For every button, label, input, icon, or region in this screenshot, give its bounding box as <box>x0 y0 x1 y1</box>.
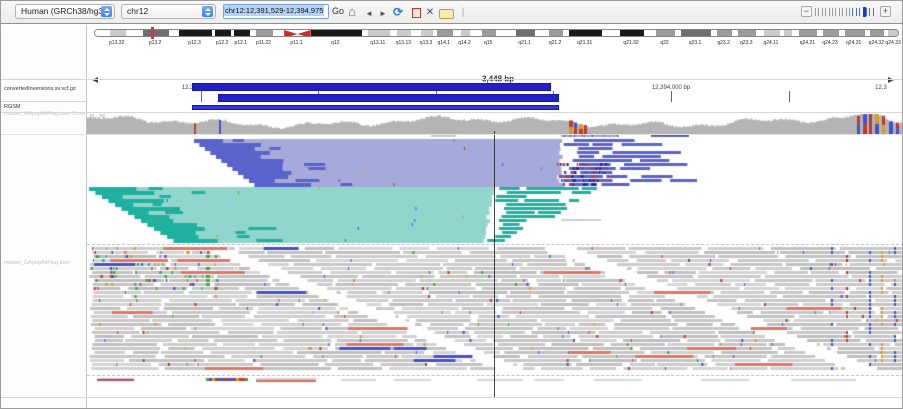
zoom-tick[interactable] <box>832 8 833 16</box>
zoom-tick[interactable] <box>838 8 840 16</box>
zoom-tick[interactable] <box>869 8 871 16</box>
zoom-out-button[interactable]: − <box>801 6 812 17</box>
variant-bar[interactable] <box>218 94 559 102</box>
chromosome-select-value: chr12 <box>127 6 149 16</box>
igv-window: Human (GRCh38/hg38) chr12 chr12:12,391,5… <box>0 0 903 409</box>
zoom-slider[interactable]: − + <box>801 5 893 19</box>
toolbar: Human (GRCh38/hg38) chr12 chr12:12,391,5… <box>1 1 902 24</box>
select-stepper-icon[interactable] <box>101 6 112 17</box>
toolbar-divider: | <box>461 7 465 18</box>
track-border <box>1 134 902 135</box>
variant-bar[interactable] <box>192 83 551 91</box>
zoom-tick[interactable] <box>852 8 854 16</box>
zoom-tick[interactable] <box>825 8 827 16</box>
genotype-bar[interactable] <box>192 105 559 110</box>
close-icon[interactable]: ✕ <box>423 6 437 20</box>
center-line <box>494 131 495 397</box>
data-panel: p13.32 p13.2 p12.3 p12.2 p12.1 p11.22 p11.1 q12… <box>87 25 902 408</box>
track-border <box>1 101 86 102</box>
track-border <box>1 79 902 80</box>
comment-icon[interactable] <box>439 8 454 22</box>
zoom-tick[interactable] <box>842 8 844 16</box>
home-icon[interactable]: ⌂ <box>345 5 359 19</box>
back-icon[interactable]: ◄ <box>362 7 376 21</box>
genome-select[interactable]: Human (GRCh38/hg38) <box>15 4 115 19</box>
zoom-tick[interactable] <box>821 8 823 16</box>
zoom-tick[interactable] <box>849 8 850 16</box>
refresh-icon[interactable]: ⟳ <box>391 5 405 19</box>
locus-input[interactable]: chr12:12,391,529-12,394,975 <box>223 4 329 19</box>
region-tool-icon[interactable] <box>409 7 423 21</box>
zoom-tick[interactable] <box>855 8 857 16</box>
zoom-in-button[interactable]: + <box>880 6 891 17</box>
track-name-label[interactable]: convertedInversions.sv.vcf.gz <box>4 86 85 92</box>
coverage-range-label: [0 - 76] <box>90 114 106 120</box>
forward-icon[interactable]: ► <box>376 7 390 21</box>
track-border <box>1 112 902 113</box>
zoom-tick[interactable] <box>818 8 820 16</box>
genome-select-value: Human (GRCh38/hg38) <box>21 6 111 16</box>
track-names-panel: convertedInversions.sv.vcf.gz RGSM master_… <box>1 25 86 408</box>
go-button[interactable]: Go <box>332 6 344 16</box>
select-stepper-icon[interactable] <box>202 6 213 17</box>
alignment-track-canvas[interactable] <box>87 135 902 397</box>
track-border <box>1 397 902 398</box>
downsample-separator <box>87 375 902 376</box>
zoom-tick[interactable] <box>859 8 861 16</box>
zoom-tick[interactable] <box>815 8 816 16</box>
zoom-tick[interactable] <box>835 8 837 16</box>
zoom-tick[interactable] <box>866 8 867 16</box>
zoom-tick[interactable] <box>845 8 847 16</box>
coverage-track-canvas[interactable] <box>87 113 902 134</box>
track-name-label[interactable]: RGSM <box>4 104 85 110</box>
locus-input-value: chr12:12,391,529-12,394,975 <box>224 5 325 16</box>
zoom-tick[interactable] <box>872 8 874 16</box>
vcf-track[interactable] <box>87 25 902 125</box>
zoom-tick[interactable] <box>828 8 830 16</box>
zoom-tick-strip[interactable] <box>815 5 877 19</box>
downsample-separator <box>87 244 902 245</box>
chromosome-select[interactable]: chr12 <box>121 4 216 19</box>
track-name-label[interactable]: master_GApopAltFlag.bam <box>4 260 85 266</box>
